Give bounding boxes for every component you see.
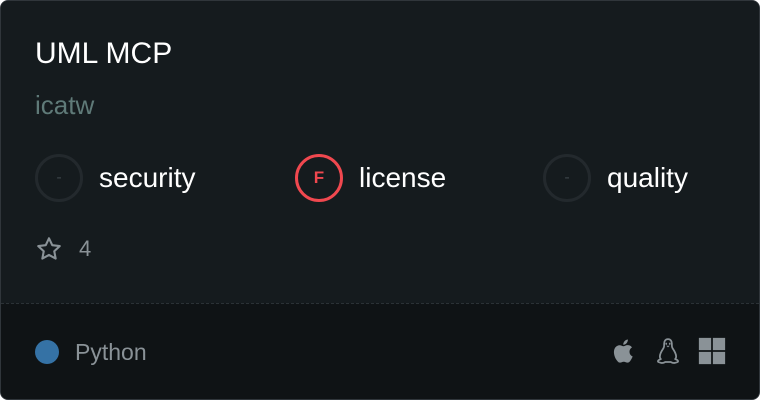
quality-badge[interactable]: - quality: [543, 154, 688, 202]
license-label: license: [359, 162, 447, 193]
card-footer: Python: [1, 304, 759, 399]
language-tag: Python: [35, 339, 147, 365]
linux-icon: [657, 338, 679, 364]
server-title[interactable]: UML MCP: [35, 37, 172, 71]
security-grade: -: [35, 154, 83, 202]
card-body: UML MCP icatw - security F license - qua…: [1, 1, 759, 303]
license-grade: F: [295, 154, 343, 202]
server-card[interactable]: UML MCP icatw - security F license - qua…: [0, 0, 760, 400]
star-outline-icon: [37, 237, 61, 260]
windows-icon: [698, 337, 726, 365]
apple-icon: [613, 339, 633, 363]
star-count: 4: [79, 236, 92, 261]
star-rating[interactable]: 4: [35, 235, 91, 263]
server-author[interactable]: icatw: [35, 90, 94, 120]
quality-grade: -: [543, 154, 591, 202]
language-label: Python: [75, 338, 147, 365]
security-label: security: [99, 162, 196, 193]
language-color-dot: [35, 340, 59, 364]
quality-label: quality: [607, 162, 688, 193]
platform-icons: [595, 335, 727, 367]
license-badge[interactable]: F license: [295, 154, 446, 202]
security-badge[interactable]: - security: [35, 154, 195, 202]
